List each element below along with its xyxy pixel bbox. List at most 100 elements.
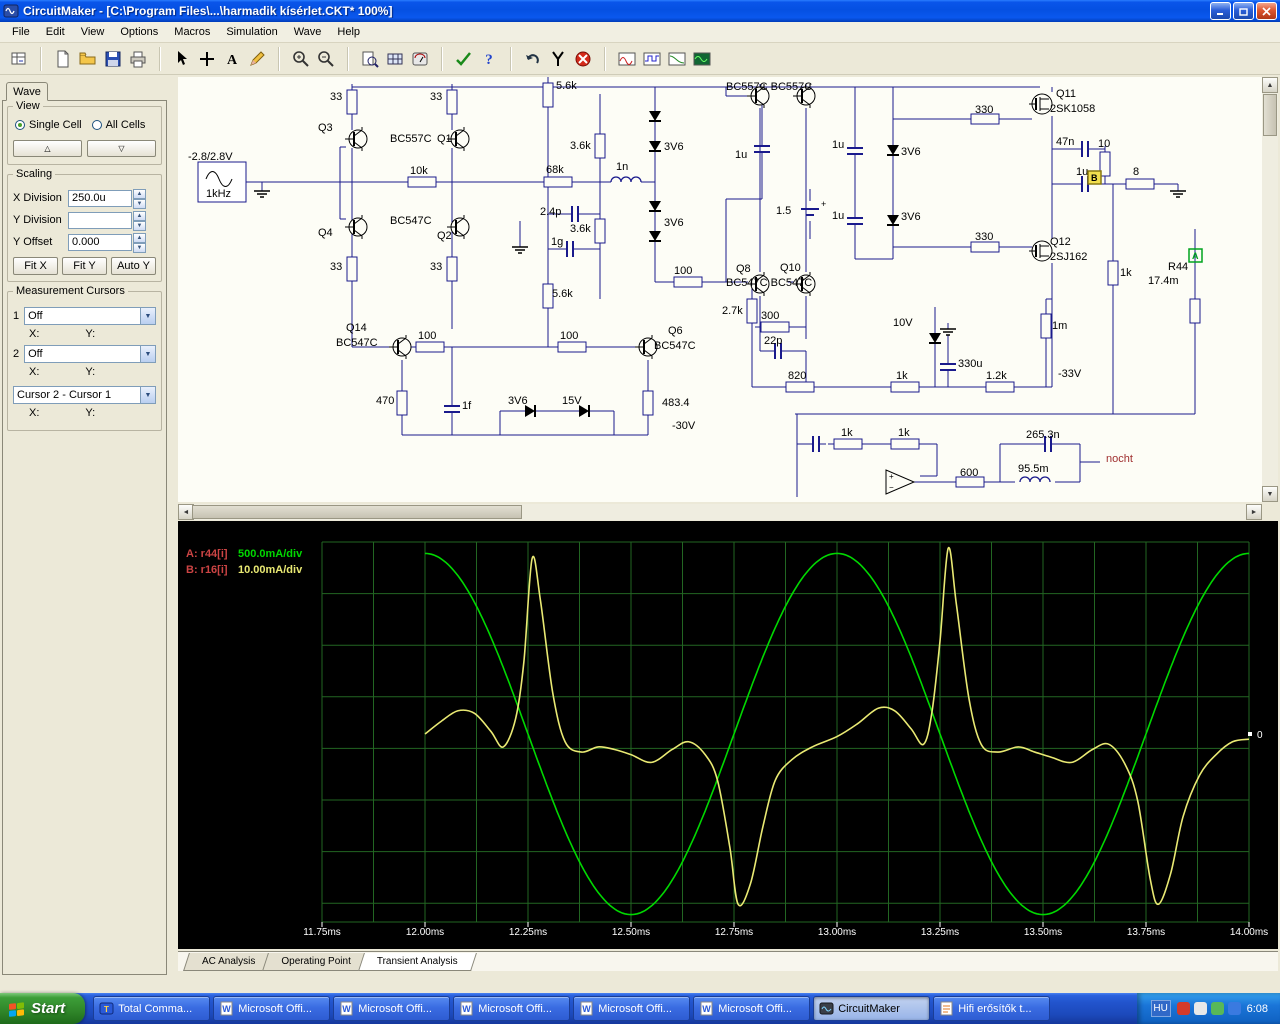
- horizontal-scrollbar[interactable]: ◄ ►: [178, 504, 1262, 520]
- probe-tool-icon: [549, 50, 567, 68]
- antivirus-icon[interactable]: [1177, 1002, 1190, 1015]
- horizontal-scroll-thumb[interactable]: [192, 505, 522, 519]
- edit-tool-button[interactable]: [244, 47, 269, 71]
- network-icon[interactable]: [1211, 1002, 1224, 1015]
- arrow-tool-button[interactable]: [169, 47, 194, 71]
- probe-marker-b[interactable]: B: [1091, 173, 1098, 183]
- new-file-button[interactable]: [50, 47, 75, 71]
- scroll-down-icon[interactable]: ▼: [1262, 486, 1278, 502]
- chevron-down-icon[interactable]: ▼: [140, 346, 155, 362]
- radio-single-cell[interactable]: Single Cell: [15, 119, 82, 131]
- parts-browser-icon: [10, 50, 28, 68]
- component-label: Q3: [318, 122, 333, 134]
- cursor2-x-label: X:: [29, 366, 39, 378]
- menu-file[interactable]: File: [4, 24, 38, 40]
- component-label: 47n: [1056, 136, 1074, 148]
- cursor2-select[interactable]: Off ▼: [24, 345, 156, 363]
- menu-edit[interactable]: Edit: [38, 24, 73, 40]
- menu-options[interactable]: Options: [112, 24, 166, 40]
- radio-all-cells[interactable]: All Cells: [92, 119, 146, 131]
- bode-plot-button[interactable]: [664, 47, 689, 71]
- component-label: 33: [430, 261, 442, 273]
- circuitmaker-icon: [819, 1001, 834, 1016]
- x-tick-label: 13.50ms: [1024, 927, 1062, 938]
- probe-marker-a[interactable]: A: [1192, 251, 1199, 261]
- add-part-icon: [198, 50, 216, 68]
- print-button[interactable]: [125, 47, 150, 71]
- auto-y-button[interactable]: Auto Y: [111, 257, 156, 275]
- menu-simulation[interactable]: Simulation: [218, 24, 285, 40]
- taskbar-task-hifi-er-s-t-k-t-[interactable]: Hifi erősítők t...: [933, 996, 1050, 1021]
- taskbar-task-microsoft-offi-[interactable]: WMicrosoft Offi...: [453, 996, 570, 1021]
- y-offset-spinner[interactable]: ▲▼: [133, 233, 146, 251]
- taskbar-task-microsoft-offi-[interactable]: WMicrosoft Offi...: [333, 996, 450, 1021]
- tab-ac-analysis[interactable]: AC Analysis: [186, 952, 271, 971]
- taskbar-task-total-comma-[interactable]: TTotal Comma...: [93, 996, 210, 1021]
- digital-waveforms-button[interactable]: [639, 47, 664, 71]
- analog-waveforms-button[interactable]: [614, 47, 639, 71]
- messenger-icon[interactable]: [1228, 1002, 1241, 1015]
- stop-simulation-button[interactable]: [570, 47, 595, 71]
- menu-wave[interactable]: Wave: [286, 24, 330, 40]
- total-commander-icon: T: [99, 1001, 114, 1016]
- tab-transient-analysis[interactable]: Transient Analysis: [361, 952, 474, 971]
- chevron-down-icon[interactable]: ▼: [140, 308, 155, 324]
- y-division-input[interactable]: [68, 212, 132, 229]
- tray-icons: [1177, 1002, 1241, 1015]
- y-division-spinner[interactable]: ▲▼: [133, 211, 146, 229]
- x-tick-label: 12.75ms: [715, 927, 753, 938]
- y-offset-input[interactable]: [68, 234, 132, 251]
- save-file-button[interactable]: [100, 47, 125, 71]
- fit-y-button[interactable]: Fit Y: [62, 257, 107, 275]
- chevron-down-icon[interactable]: ▼: [140, 387, 155, 403]
- wave-previous-button[interactable]: △: [13, 140, 82, 157]
- start-button[interactable]: Start: [0, 993, 85, 1024]
- find-part-button[interactable]: [357, 47, 382, 71]
- digital-grid-button[interactable]: [382, 47, 407, 71]
- close-button[interactable]: [1256, 2, 1277, 20]
- open-file-button[interactable]: [75, 47, 100, 71]
- multimeter-button[interactable]: [407, 47, 432, 71]
- menu-view[interactable]: View: [73, 24, 113, 40]
- text-tool-button[interactable]: A: [219, 47, 244, 71]
- office-word-icon: W: [339, 1001, 354, 1016]
- taskbar-task-microsoft-offi-[interactable]: WMicrosoft Offi...: [213, 996, 330, 1021]
- taskbar-task-microsoft-offi-[interactable]: WMicrosoft Offi...: [693, 996, 810, 1021]
- zoom-out-tool-button[interactable]: [313, 47, 338, 71]
- x-division-spinner[interactable]: ▲▼: [133, 189, 146, 207]
- undo-button[interactable]: [520, 47, 545, 71]
- office-word-icon: W: [579, 1001, 594, 1016]
- waveform-plot[interactable]: 11.75ms12.00ms12.25ms12.50ms12.75ms13.00…: [178, 521, 1278, 949]
- probe-tool-button[interactable]: [545, 47, 570, 71]
- taskbar-task-circuitmaker[interactable]: CircuitMaker: [813, 996, 930, 1021]
- menu-help[interactable]: Help: [329, 24, 368, 40]
- taskbar-task-microsoft-offi-[interactable]: WMicrosoft Offi...: [573, 996, 690, 1021]
- wave-next-button[interactable]: ▽: [87, 140, 156, 157]
- scroll-right-icon[interactable]: ►: [1246, 504, 1262, 520]
- oscilloscope-button[interactable]: [689, 47, 714, 71]
- x-tick-label: 13.75ms: [1127, 927, 1165, 938]
- help-button[interactable]: ?: [476, 47, 501, 71]
- fit-x-button[interactable]: Fit X: [13, 257, 58, 275]
- minimize-button[interactable]: [1210, 2, 1231, 20]
- vertical-scrollbar[interactable]: ▲ ▼: [1262, 77, 1278, 502]
- restore-button[interactable]: [1233, 2, 1254, 20]
- volume-icon[interactable]: [1194, 1002, 1207, 1015]
- add-part-button[interactable]: [194, 47, 219, 71]
- zoom-in-tool-button[interactable]: [288, 47, 313, 71]
- svg-text:W: W: [462, 1004, 471, 1014]
- tab-operating-point[interactable]: Operating Point: [265, 952, 367, 971]
- vertical-scroll-thumb[interactable]: [1263, 94, 1277, 136]
- cursor1-select[interactable]: Off ▼: [24, 307, 156, 325]
- legend-series-scale: 500.0mA/div: [238, 548, 303, 560]
- scroll-up-icon[interactable]: ▲: [1262, 77, 1278, 93]
- cursor-diff-select[interactable]: Cursor 2 - Cursor 1 ▼: [13, 386, 156, 404]
- menu-macros[interactable]: Macros: [166, 24, 218, 40]
- component-label: 33: [330, 91, 342, 103]
- x-division-input[interactable]: [68, 190, 132, 207]
- tab-wave[interactable]: Wave: [6, 82, 48, 101]
- parts-browser-button[interactable]: [6, 47, 31, 71]
- schematic-canvas[interactable]: ++−33335.6kBC557C BC557C330Q112SK1058Q3B…: [178, 77, 1262, 502]
- language-indicator[interactable]: HU: [1151, 1000, 1171, 1017]
- check-tool-button[interactable]: [451, 47, 476, 71]
